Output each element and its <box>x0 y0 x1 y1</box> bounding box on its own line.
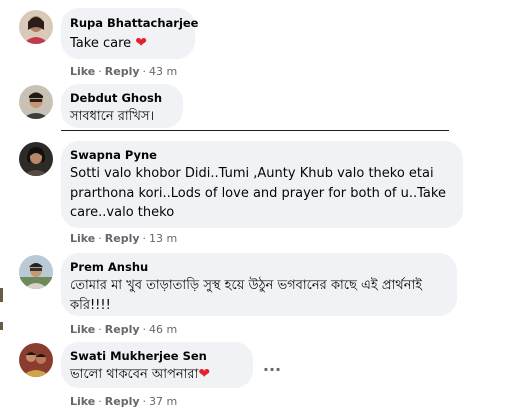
comment-author[interactable]: Prem Anshu <box>70 260 445 275</box>
comment-author[interactable]: Debdut Ghosh <box>70 91 171 106</box>
comment-text: Take care ❤ <box>70 35 147 51</box>
comment-text: সাবধানে রাখিস। <box>70 109 155 124</box>
comment-text: ভালো থাকবেন আপনারা❤ <box>70 366 211 382</box>
comment-timestamp[interactable]: 37 m <box>149 395 177 408</box>
avatar[interactable] <box>19 343 53 377</box>
reply-button[interactable]: Reply <box>105 65 140 78</box>
more-options-button[interactable]: ··· <box>259 359 285 385</box>
comment-actions: Like · Reply · 43 m <box>70 65 178 78</box>
like-button[interactable]: Like <box>70 65 95 78</box>
reply-button[interactable]: Reply <box>105 323 140 336</box>
divider <box>61 130 449 131</box>
comment-bubble: Debdut Ghosh সাবধানে রাখিস। <box>61 84 183 128</box>
left-edge-fragment <box>0 288 3 302</box>
comment-author[interactable]: Rupa Bhattacharjee <box>70 16 198 31</box>
reply-button[interactable]: Reply <box>105 232 140 245</box>
reply-button[interactable]: Reply <box>105 395 140 408</box>
comment-bubble: Swapna Pyne Sotti valo khobor Didi..Tumi… <box>61 141 463 228</box>
heart-icon: ❤ <box>135 35 147 51</box>
comment-timestamp[interactable]: 13 m <box>149 232 177 245</box>
comment-author[interactable]: Swapna Pyne <box>70 148 451 163</box>
comment-text: তোমার মা খুব তাড়াতাড়ি সুস্থ হয়ে উঠুন … <box>70 278 423 313</box>
comment-actions: Like · Reply · 13 m <box>70 232 178 245</box>
comment-actions: Like · Reply · 37 m <box>70 395 178 408</box>
comment-bubble: Swati Mukherjee Sen ভালো থাকবেন আপনারা❤ <box>61 342 253 388</box>
avatar[interactable] <box>19 10 53 44</box>
comment-actions: Like · Reply · 46 m <box>70 323 178 336</box>
left-edge-fragment <box>0 322 3 330</box>
like-button[interactable]: Like <box>70 232 95 245</box>
avatar[interactable] <box>19 85 53 119</box>
comment-timestamp[interactable]: 46 m <box>149 323 177 336</box>
comment-timestamp[interactable]: 43 m <box>149 65 177 78</box>
like-button[interactable]: Like <box>70 395 95 408</box>
comment-author[interactable]: Swati Mukherjee Sen <box>70 349 241 364</box>
comment-text: Sotti valo khobor Didi..Tumi ,Aunty Khub… <box>70 166 446 220</box>
comment-bubble: Prem Anshu তোমার মা খুব তাড়াতাড়ি সুস্থ… <box>61 253 457 316</box>
avatar[interactable] <box>19 142 53 176</box>
comment-bubble: Rupa Bhattacharjee Take care ❤ <box>61 8 198 59</box>
heart-icon: ❤ <box>198 366 211 382</box>
avatar[interactable] <box>19 255 53 289</box>
like-button[interactable]: Like <box>70 323 95 336</box>
